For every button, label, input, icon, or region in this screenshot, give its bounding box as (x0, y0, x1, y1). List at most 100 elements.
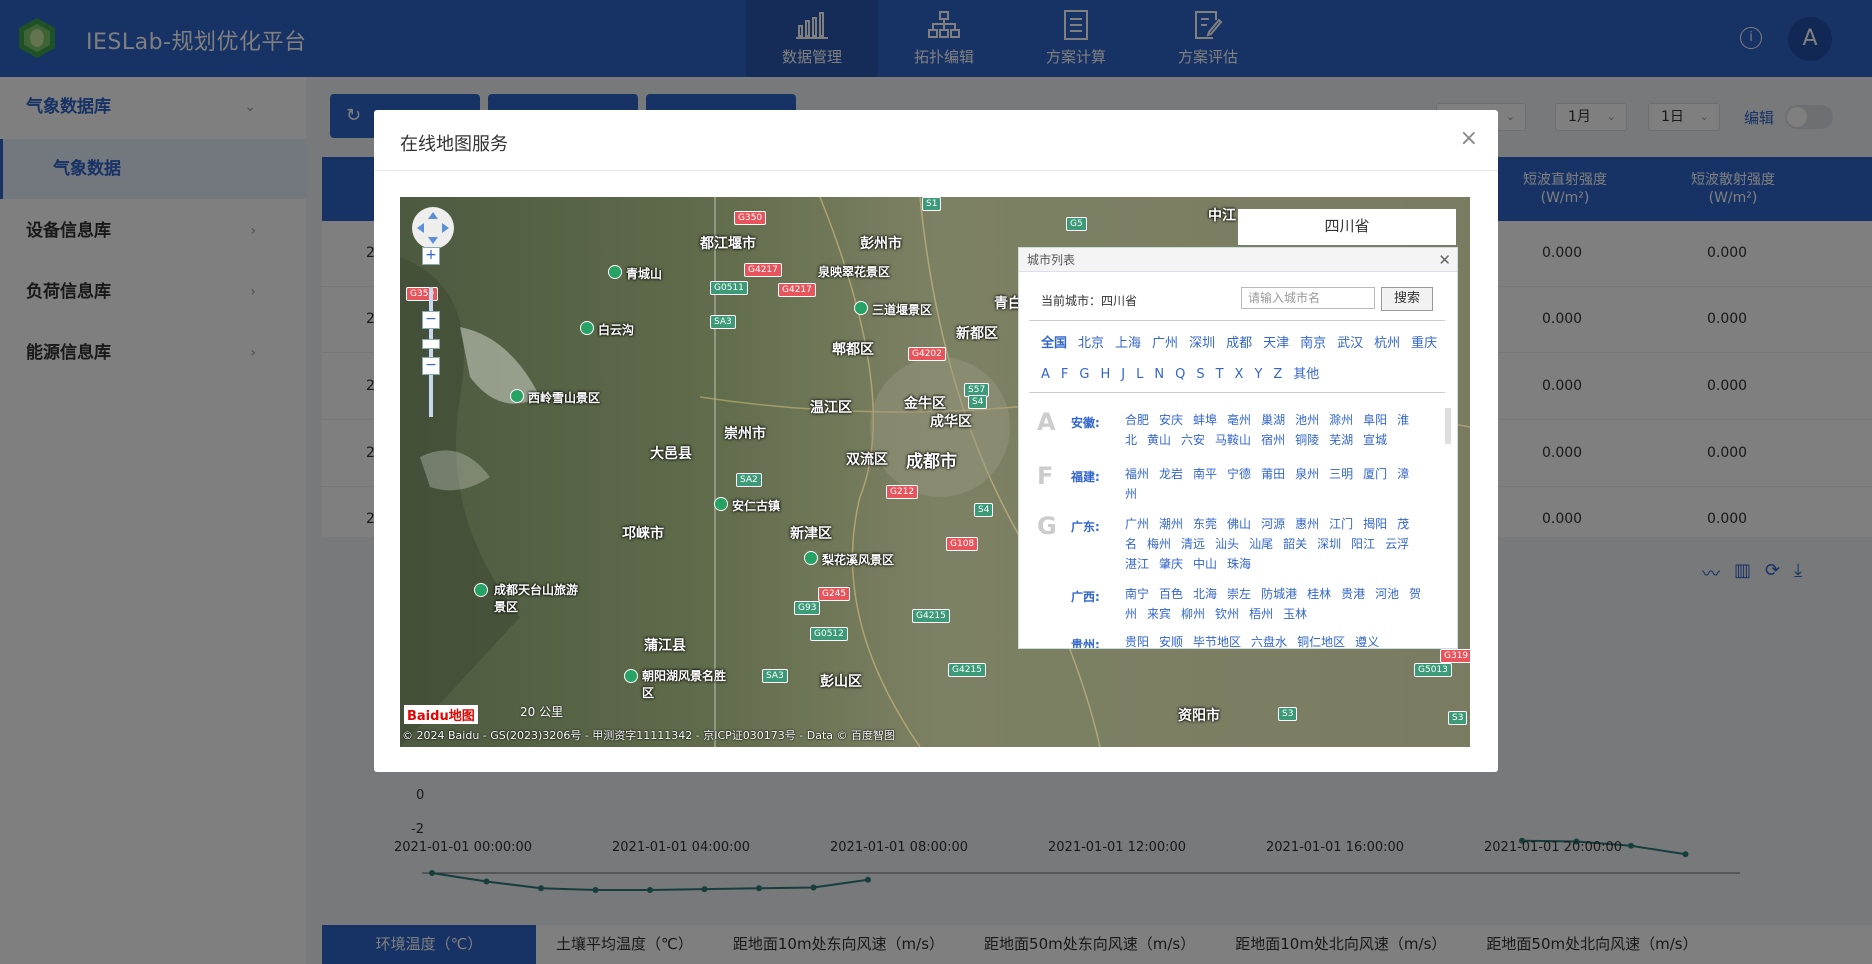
city-link[interactable]: 河源 (1261, 517, 1285, 531)
city-link[interactable]: 梧州 (1249, 607, 1273, 621)
city-link[interactable]: 黄山 (1147, 433, 1171, 447)
city-link[interactable]: 蚌埠 (1193, 413, 1217, 427)
city-link[interactable]: 六安 (1181, 433, 1205, 447)
city-link[interactable]: 柳州 (1181, 607, 1205, 621)
city-link[interactable]: 合肥 (1125, 413, 1149, 427)
province-name[interactable]: 贵州: (1071, 636, 1100, 648)
zoom-out-button[interactable]: − (422, 357, 440, 375)
zoom-slider-track[interactable] (429, 287, 433, 417)
city-link[interactable]: 六盘水 (1251, 635, 1287, 648)
close-icon[interactable]: × (1460, 126, 1478, 151)
close-icon[interactable]: ✕ (1438, 248, 1451, 272)
city-search-button[interactable]: 搜索 (1381, 287, 1433, 311)
letter-link[interactable]: J (1121, 367, 1125, 382)
city-link[interactable]: 遵义 (1355, 635, 1379, 648)
letter-link[interactable]: S (1196, 367, 1204, 382)
letter-link[interactable]: Y (1254, 367, 1262, 382)
city-link[interactable]: 崇左 (1227, 587, 1251, 601)
province-name[interactable]: 广东: (1071, 518, 1100, 535)
city-link[interactable]: 来宾 (1147, 607, 1171, 621)
city-link[interactable]: 玉林 (1283, 607, 1307, 621)
hot-city-link[interactable]: 广州 (1152, 336, 1178, 351)
city-link[interactable]: 防城港 (1261, 587, 1297, 601)
city-link[interactable]: 广州 (1125, 517, 1149, 531)
city-link[interactable]: 东莞 (1193, 517, 1217, 531)
city-link[interactable]: 铜陵 (1295, 433, 1319, 447)
city-link[interactable]: 铜仁地区 (1297, 635, 1345, 648)
letter-link[interactable]: A (1041, 367, 1050, 382)
city-link[interactable]: 马鞍山 (1215, 433, 1251, 447)
city-link[interactable]: 福州 (1125, 467, 1149, 481)
letter-link[interactable]: 其他 (1293, 367, 1319, 382)
city-link[interactable]: 贵阳 (1125, 635, 1149, 648)
province-name[interactable]: 广西: (1071, 588, 1100, 605)
hot-city-link[interactable]: 南京 (1300, 336, 1326, 351)
city-link[interactable]: 宣城 (1363, 433, 1387, 447)
city-link[interactable]: 汕尾 (1249, 537, 1273, 551)
hot-city-link[interactable]: 上海 (1115, 336, 1141, 351)
city-link[interactable]: 南平 (1193, 467, 1217, 481)
city-link[interactable]: 贵港 (1341, 587, 1365, 601)
letter-link[interactable]: L (1136, 367, 1143, 382)
city-link[interactable]: 佛山 (1227, 517, 1251, 531)
city-link[interactable]: 阳江 (1351, 537, 1375, 551)
zoom-in-button[interactable]: + (422, 247, 440, 265)
letter-link[interactable]: N (1154, 367, 1164, 382)
city-link[interactable]: 龙岩 (1159, 467, 1183, 481)
city-link[interactable]: 南宁 (1125, 587, 1149, 601)
city-link[interactable]: 韶关 (1283, 537, 1307, 551)
city-link[interactable]: 钦州 (1215, 607, 1239, 621)
city-link[interactable]: 芜湖 (1329, 433, 1353, 447)
city-link[interactable]: 厦门 (1363, 467, 1387, 481)
city-link[interactable]: 安顺 (1159, 635, 1183, 648)
city-search-input[interactable]: 请输入城市名 (1241, 287, 1375, 309)
letter-link[interactable]: Z (1273, 367, 1282, 382)
zoom-slider-handle[interactable] (422, 339, 440, 349)
letter-link[interactable]: T (1216, 367, 1224, 382)
city-link[interactable]: 阜阳 (1363, 413, 1387, 427)
city-link[interactable]: 江门 (1329, 517, 1353, 531)
city-link[interactable]: 安庆 (1159, 413, 1183, 427)
city-link[interactable]: 百色 (1159, 587, 1183, 601)
hot-city-link[interactable]: 成都 (1226, 336, 1252, 351)
letter-link[interactable]: X (1235, 367, 1244, 382)
city-link[interactable]: 清远 (1181, 537, 1205, 551)
hot-city-link[interactable]: 深圳 (1189, 336, 1215, 351)
letter-link[interactable]: G (1079, 367, 1089, 382)
city-link[interactable]: 三明 (1329, 467, 1353, 481)
hot-city-link[interactable]: 全国 (1041, 336, 1067, 351)
city-link[interactable]: 泉州 (1295, 467, 1319, 481)
map-view[interactable]: 都江堰市 彭州市 青城山 泉映翠花景区 白云沟 三道堰景区 郫都区 新都区 青白… (400, 197, 1470, 747)
city-link[interactable]: 肇庆 (1159, 557, 1183, 571)
city-link[interactable]: 梅州 (1147, 537, 1171, 551)
letter-link[interactable]: Q (1175, 367, 1185, 382)
province-name[interactable]: 安徽: (1071, 414, 1100, 431)
scrollbar-thumb[interactable] (1445, 408, 1451, 444)
city-link[interactable]: 珠海 (1227, 557, 1251, 571)
city-link[interactable]: 毕节地区 (1193, 635, 1241, 648)
city-link[interactable]: 湛江 (1125, 557, 1149, 571)
hot-city-link[interactable]: 重庆 (1411, 336, 1437, 351)
letter-link[interactable]: H (1100, 367, 1110, 382)
hot-city-link[interactable]: 武汉 (1337, 336, 1363, 351)
city-link[interactable]: 池州 (1295, 413, 1319, 427)
city-link[interactable]: 云浮 (1385, 537, 1409, 551)
city-link[interactable]: 潮州 (1159, 517, 1183, 531)
hot-city-link[interactable]: 杭州 (1374, 336, 1400, 351)
city-link[interactable]: 亳州 (1227, 413, 1251, 427)
city-link[interactable]: 莆田 (1261, 467, 1285, 481)
city-link[interactable]: 河池 (1375, 587, 1399, 601)
hot-city-link[interactable]: 天津 (1263, 336, 1289, 351)
zoom-level-mark[interactable]: − (422, 311, 440, 329)
city-link[interactable]: 揭阳 (1363, 517, 1387, 531)
city-link[interactable]: 中山 (1193, 557, 1217, 571)
city-link[interactable]: 汕头 (1215, 537, 1239, 551)
city-link[interactable]: 惠州 (1295, 517, 1319, 531)
city-link[interactable]: 桂林 (1307, 587, 1331, 601)
city-link[interactable]: 北海 (1193, 587, 1217, 601)
city-link[interactable]: 滁州 (1329, 413, 1353, 427)
letter-link[interactable]: F (1061, 367, 1068, 382)
city-link[interactable]: 巢湖 (1261, 413, 1285, 427)
map-pan-control[interactable] (412, 207, 454, 249)
province-name[interactable]: 福建: (1071, 468, 1100, 485)
